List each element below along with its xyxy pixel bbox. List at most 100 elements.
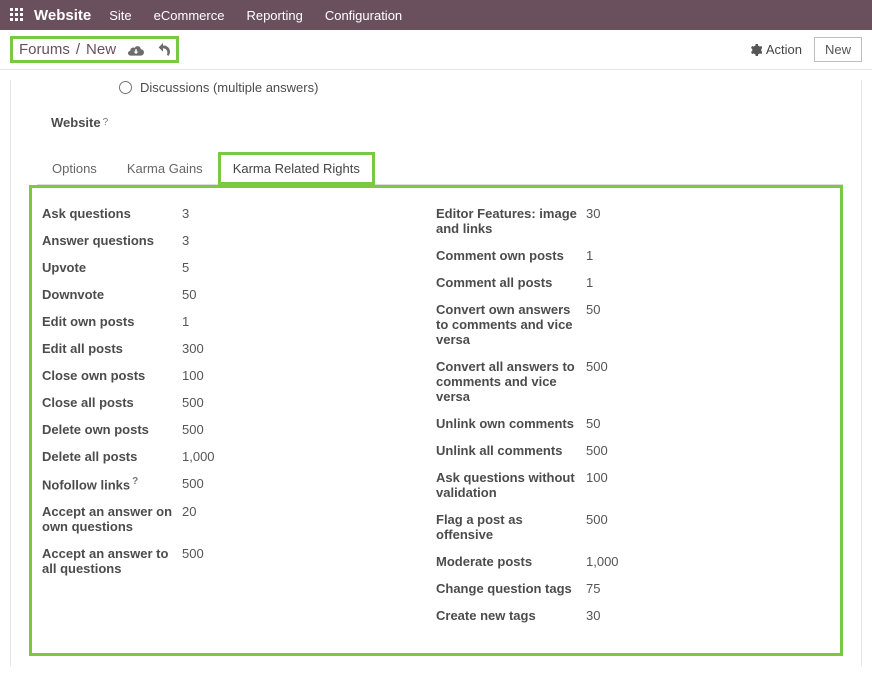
apps-icon[interactable] (10, 8, 24, 22)
rights-row: Moderate posts1,000 (436, 554, 830, 569)
mode-discussions-label: Discussions (multiple answers) (140, 80, 318, 95)
rights-label: Comment own posts (436, 248, 586, 263)
action-label: Action (766, 42, 802, 57)
karma-rights-panel: Ask questions3Answer questions3Upvote5Do… (29, 185, 843, 656)
rights-label: Moderate posts (436, 554, 586, 569)
rights-value[interactable]: 1 (586, 248, 593, 263)
rights-label: Change question tags (436, 581, 586, 596)
rights-value[interactable]: 500 (182, 546, 204, 561)
rights-row: Upvote5 (42, 260, 436, 275)
rights-row: Flag a post as offensive500 (436, 512, 830, 542)
website-field-label: Website (51, 115, 101, 130)
rights-label: Unlink own comments (436, 416, 586, 431)
mode-discussions-row: Discussions (multiple answers) (119, 80, 843, 95)
rights-row: Accept an answer on own questions20 (42, 504, 436, 534)
rights-label: Downvote (42, 287, 182, 302)
breadcrumb-current: New (86, 41, 116, 58)
rights-value[interactable]: 1,000 (182, 449, 215, 464)
rights-label: Delete all posts (42, 449, 182, 464)
mode-discussions-radio[interactable] (119, 81, 132, 94)
nav-configuration[interactable]: Configuration (325, 8, 402, 23)
rights-row: Unlink all comments500 (436, 443, 830, 458)
rights-value[interactable]: 500 (182, 476, 204, 491)
help-icon[interactable]: ? (132, 476, 138, 487)
rights-value[interactable]: 100 (586, 470, 608, 485)
rights-value[interactable]: 300 (182, 341, 204, 356)
rights-label: Editor Features: image and links (436, 206, 586, 236)
rights-value[interactable]: 50 (586, 302, 600, 317)
rights-value[interactable]: 500 (586, 443, 608, 458)
rights-label: Edit own posts (42, 314, 182, 329)
rights-label: Answer questions (42, 233, 182, 248)
rights-row: Convert own answers to comments and vice… (436, 302, 830, 347)
rights-row: Change question tags75 (436, 581, 830, 596)
rights-label: Flag a post as offensive (436, 512, 586, 542)
rights-row: Close all posts500 (42, 395, 436, 410)
tab-karma-related-rights[interactable]: Karma Related Rights (218, 152, 375, 185)
breadcrumb-root[interactable]: Forums (19, 41, 70, 58)
rights-left-column: Ask questions3Answer questions3Upvote5Do… (42, 206, 436, 635)
nav-reporting[interactable]: Reporting (246, 8, 302, 23)
rights-row: Close own posts100 (42, 368, 436, 383)
cloud-save-icon[interactable] (128, 44, 144, 56)
rights-label: Delete own posts (42, 422, 182, 437)
rights-value[interactable]: 5 (182, 260, 189, 275)
breadcrumb: Forums / New (10, 36, 179, 63)
rights-value[interactable]: 500 (182, 422, 204, 437)
website-help-icon[interactable]: ? (103, 117, 109, 128)
rights-value[interactable]: 1 (586, 275, 593, 290)
rights-value[interactable]: 75 (586, 581, 600, 596)
app-brand[interactable]: Website (34, 7, 91, 24)
right-actions: Action New (750, 37, 862, 62)
top-navbar: Website Site eCommerce Reporting Configu… (0, 0, 872, 30)
rights-value[interactable]: 20 (182, 504, 196, 519)
rights-value[interactable]: 500 (586, 359, 608, 374)
rights-label: Convert all answers to comments and vice… (436, 359, 586, 404)
rights-value[interactable]: 1,000 (586, 554, 619, 569)
rights-value[interactable]: 500 (182, 395, 204, 410)
rights-row: Create new tags30 (436, 608, 830, 623)
rights-label: Close all posts (42, 395, 182, 410)
rights-label: Accept an answer on own questions (42, 504, 182, 534)
tab-karma-gains[interactable]: Karma Gains (112, 152, 218, 184)
rights-value[interactable]: 50 (586, 416, 600, 431)
rights-row: Answer questions3 (42, 233, 436, 248)
rights-value[interactable]: 3 (182, 206, 189, 221)
rights-row: Editor Features: image and links30 (436, 206, 830, 236)
rights-value[interactable]: 30 (586, 608, 600, 623)
rights-label: Ask questions (42, 206, 182, 221)
breadcrumb-separator: / (76, 41, 80, 58)
rights-value[interactable]: 500 (586, 512, 608, 527)
rights-value[interactable]: 3 (182, 233, 189, 248)
rights-label: Close own posts (42, 368, 182, 383)
rights-row: Accept an answer to all questions500 (42, 546, 436, 576)
tab-options[interactable]: Options (37, 152, 112, 184)
rights-row: Ask questions3 (42, 206, 436, 221)
rights-value[interactable]: 1 (182, 314, 189, 329)
rights-row: Edit own posts1 (42, 314, 436, 329)
rights-label: Create new tags (436, 608, 586, 623)
rights-row: Comment all posts1 (436, 275, 830, 290)
form-sheet: Discussions (multiple answers) Website? … (10, 80, 862, 666)
action-dropdown[interactable]: Action (750, 42, 802, 57)
rights-row: Delete own posts500 (42, 422, 436, 437)
rights-row: Delete all posts1,000 (42, 449, 436, 464)
rights-value[interactable]: 100 (182, 368, 204, 383)
control-bar: Forums / New Action New (0, 30, 872, 70)
gear-icon (750, 44, 762, 56)
rights-label: Comment all posts (436, 275, 586, 290)
rights-label: Edit all posts (42, 341, 182, 356)
new-button[interactable]: New (814, 37, 862, 62)
rights-label: Nofollow links? (42, 476, 182, 492)
discard-icon[interactable] (156, 43, 170, 57)
rights-row: Downvote50 (42, 287, 436, 302)
rights-row: Nofollow links?500 (42, 476, 436, 492)
rights-row: Comment own posts1 (436, 248, 830, 263)
nav-ecommerce[interactable]: eCommerce (154, 8, 225, 23)
rights-label: Ask questions without validation (436, 470, 586, 500)
nav-site[interactable]: Site (109, 8, 131, 23)
rights-right-column: Editor Features: image and links30Commen… (436, 206, 830, 635)
rights-row: Convert all answers to comments and vice… (436, 359, 830, 404)
rights-value[interactable]: 50 (182, 287, 196, 302)
rights-value[interactable]: 30 (586, 206, 600, 221)
